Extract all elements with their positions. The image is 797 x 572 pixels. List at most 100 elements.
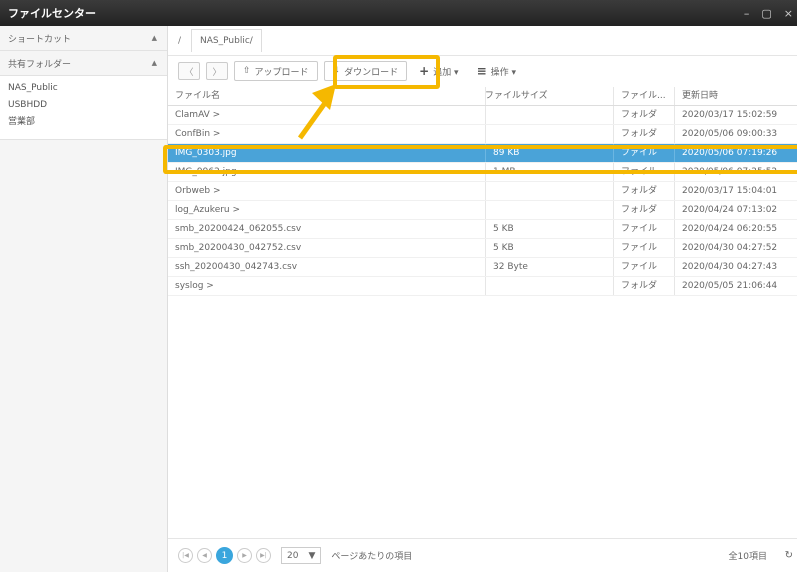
total-items: 全10項目 (728, 552, 767, 562)
breadcrumb: / NAS_Public/ (168, 26, 797, 56)
breadcrumb-root[interactable]: / (178, 36, 181, 46)
file-type-cell: ファイル (614, 163, 675, 181)
file-type-cell: フォルダ (614, 182, 675, 200)
page-size-select[interactable]: 20 ▼ (281, 547, 322, 564)
shared-folder-section-header[interactable]: 共有フォルダー ▲ (0, 51, 167, 76)
per-page-label: ページあたりの項目 (331, 552, 413, 562)
file-name-cell: ConfBin > (168, 125, 486, 143)
column-header-date[interactable]: 更新日時 (675, 87, 797, 105)
table-row[interactable]: IMG_9962.jpg 1 MB ファイル 2020/05/06 07:25:52 (168, 163, 797, 182)
download-button[interactable]: ⇩ ダウンロード (323, 61, 408, 81)
page-size-value: 20 (287, 550, 299, 561)
file-name-cell: syslog > (168, 277, 486, 295)
operation-menu-button[interactable]: ≡ 操作 ▾ (471, 64, 522, 78)
breadcrumb-item[interactable]: NAS_Public/ (191, 29, 262, 52)
modified-date-cell: 2020/03/17 15:02:59 (682, 110, 778, 120)
modified-date-cell: 2020/03/17 15:04:01 (682, 186, 778, 196)
file-name-cell: IMG_9962.jpg (168, 163, 486, 181)
refresh-icon[interactable]: ↻ (785, 550, 793, 561)
table-body: ClamAV > フォルダ 2020/03/17 15:02:59 ConfBin >… (168, 106, 797, 296)
add-menu-button[interactable]: + 追加 ▾ (413, 64, 464, 78)
table-row[interactable]: syslog > フォルダ 2020/05/05 21:06:44 (168, 277, 797, 296)
title-bar: ファイルセンター – ▢ × (0, 0, 797, 26)
file-size-cell (486, 106, 614, 124)
file-name-cell: smb_20200424_062055.csv (168, 220, 486, 238)
list-icon: ≡ (476, 64, 487, 78)
shortcut-label: ショートカット (8, 34, 72, 45)
close-button[interactable]: × (784, 7, 793, 20)
file-name-cell: log_Azukeru > (168, 201, 486, 219)
table-row[interactable]: smb_20200424_062055.csv 5 KB ファイル 2020/04/2… (168, 220, 797, 239)
modified-date-cell: 2020/04/24 06:20:55 (682, 224, 778, 234)
operation-label: 操作 ▾ (490, 67, 517, 78)
modified-date-cell: 2020/05/06 07:25:52 (682, 167, 778, 177)
file-name-cell: Orbweb > (168, 182, 486, 200)
add-label: 追加 ▾ (433, 67, 459, 78)
file-type-cell: フォルダ (614, 106, 675, 124)
collapse-caret-icon[interactable]: ▲ (152, 34, 157, 42)
modified-date-cell: 2020/04/30 04:27:43 (682, 262, 778, 272)
column-header-type[interactable]: ファイル... (614, 87, 675, 105)
chevron-down-icon: ▼ (308, 550, 316, 561)
upload-label: アップロード (254, 67, 309, 78)
modified-date-cell: 2020/04/30 04:27:52 (682, 243, 778, 253)
window-controls: – ▢ × (744, 0, 797, 26)
file-name-cell: ClamAV > (168, 106, 486, 124)
file-size-cell: 1 MB (486, 163, 614, 181)
minimize-button[interactable]: – (744, 7, 750, 20)
prev-page-button[interactable]: ◀ (197, 548, 212, 563)
table-header: ファイル名 ▼ ファイルサイズ ファイル... 更新日時 (168, 87, 797, 106)
column-header-size[interactable]: ▼ ファイルサイズ (486, 87, 614, 105)
toolbar: 〈 〉 ⇧ アップロード ⇩ ダウンロード + 追加 ▾ ≡ 操作 ▾ (168, 56, 797, 86)
table-row[interactable]: smb_20200430_042752.csv 5 KB ファイル 2020/04/3… (168, 239, 797, 258)
column-header-name[interactable]: ファイル名 (168, 87, 486, 105)
table-row[interactable]: ClamAV > フォルダ 2020/03/17 15:02:59 (168, 106, 797, 125)
table-row[interactable]: log_Azukeru > フォルダ 2020/04/24 07:13:02 (168, 201, 797, 220)
file-type-cell: フォルダ (614, 125, 675, 143)
back-button[interactable]: 〈 (178, 62, 200, 80)
file-size-cell: 5 KB (486, 239, 614, 257)
upload-icon: ⇧ (243, 66, 251, 76)
file-type-cell: フォルダ (614, 201, 675, 219)
modified-date-cell: 2020/05/06 09:00:33 (682, 129, 778, 139)
download-label: ダウンロード (344, 67, 399, 78)
table-row[interactable]: Orbweb > フォルダ 2020/03/17 15:04:01 (168, 182, 797, 201)
file-size-cell (486, 277, 614, 295)
file-size-cell (486, 201, 614, 219)
forward-button[interactable]: 〉 (206, 62, 228, 80)
collapse-caret-icon[interactable]: ▲ (152, 59, 157, 67)
maximize-button[interactable]: ▢ (761, 7, 771, 20)
column-header-size-label: ファイルサイズ (486, 90, 548, 101)
last-page-button[interactable]: ▶| (256, 548, 271, 563)
shortcut-section-header[interactable]: ショートカット ▲ (0, 26, 167, 51)
sidebar-item-nas-public[interactable]: NAS_Public (0, 80, 167, 97)
file-type-cell: ファイル (614, 258, 675, 276)
plus-icon: + (419, 64, 430, 78)
sidebar-item-usbhdd[interactable]: USBHDD (0, 97, 167, 114)
table-row[interactable]: IMG_0303.jpg 89 KB ファイル 2020/05/06 07:19:26 (168, 144, 797, 163)
shared-folder-list: NAS_Public USBHDD 営業部 (0, 76, 167, 140)
table-row[interactable]: ssh_20200430_042743.csv 32 Byte ファイル 2020/0… (168, 258, 797, 277)
current-page-button[interactable]: 1 (216, 547, 233, 564)
shared-folder-label: 共有フォルダー (8, 59, 72, 70)
file-name-cell: ssh_20200430_042743.csv (168, 258, 486, 276)
first-page-button[interactable]: |◀ (178, 548, 193, 563)
app-title: ファイルセンター (8, 7, 96, 20)
file-table: ファイル名 ▼ ファイルサイズ ファイル... 更新日時 ClamAV > フォル… (168, 87, 797, 296)
download-icon: ⇩ (332, 66, 341, 76)
next-page-button[interactable]: ▶ (237, 548, 252, 563)
file-type-cell: ファイル (614, 144, 675, 162)
sidebar: ショートカット ▲ 共有フォルダー ▲ NAS_Public USBHDD 営業… (0, 26, 168, 572)
main-panel: / NAS_Public/ 〈 〉 ⇧ アップロード ⇩ ダウンロード + 追加… (168, 26, 797, 572)
upload-button[interactable]: ⇧ アップロード (234, 61, 318, 81)
file-name-cell: smb_20200430_042752.csv (168, 239, 486, 257)
modified-date-cell: 2020/05/05 21:06:44 (682, 281, 778, 291)
file-type-cell: ファイル (614, 239, 675, 257)
file-size-cell (486, 125, 614, 143)
pagination: |◀ ◀ 1 ▶ ▶| 20 ▼ ページあたりの項目 全10項目 ↻ (168, 538, 797, 572)
file-size-cell: 32 Byte (486, 258, 614, 276)
table-row[interactable]: ConfBin > フォルダ 2020/05/06 09:00:33 (168, 125, 797, 144)
modified-date-cell: 2020/05/06 07:19:26 (682, 148, 778, 158)
modified-date-cell: 2020/04/24 07:13:02 (682, 205, 778, 215)
sidebar-item-sales-dept[interactable]: 営業部 (0, 114, 167, 131)
